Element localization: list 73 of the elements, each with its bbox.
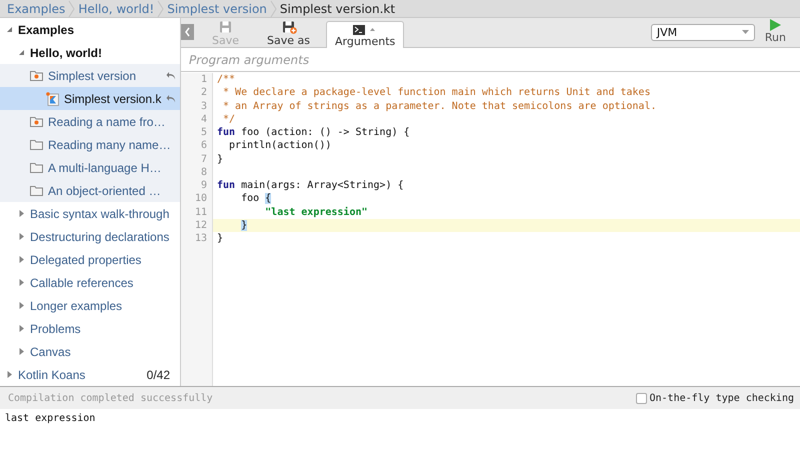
collapse-sidebar-icon[interactable] [181, 24, 194, 40]
code-line: * We declare a package-level function main which returns Unit and takes [222, 87, 650, 98]
checkbox[interactable] [636, 392, 646, 404]
tree-item[interactable]: Examples [0, 18, 180, 41]
code-line: foo { [240, 193, 272, 204]
target-dropdown[interactable]: JVM [650, 24, 755, 41]
tree-item[interactable]: Basic syntax walk-through [0, 202, 180, 225]
code-line: * an Array of strings as a parameter. Note that semicolons are optional. [222, 100, 656, 112]
line-number: 3 [181, 100, 213, 113]
tree-item[interactable]: Canvas [0, 340, 180, 363]
arguments-tab[interactable]: Arguments [326, 21, 404, 48]
tree-item[interactable]: Callable references [0, 271, 180, 294]
expand-arrow-icon[interactable] [18, 325, 25, 332]
line-number: 9 [181, 179, 213, 192]
expand-arrow-icon[interactable] [18, 210, 25, 217]
line-number: 5 [181, 126, 213, 140]
line-number: 11 [181, 206, 213, 219]
tree-item[interactable]: Delegated properties [0, 248, 180, 271]
tree-item[interactable]: Reading many name… [0, 133, 180, 156]
line-number: 1 [181, 73, 213, 86]
console-output: last expression [4, 412, 96, 426]
code-line: } [217, 233, 224, 244]
tree-item[interactable]: Kotlin Koans 0/42 [0, 363, 180, 386]
dropdown-arrow-icon [742, 30, 749, 35]
tree-item[interactable]: An object-oriented … [0, 179, 180, 202]
tree-item[interactable]: Destructuring declarations [0, 225, 180, 248]
expand-arrow-icon[interactable] [18, 233, 25, 240]
expand-arrow-icon[interactable] [18, 279, 25, 286]
floppy-disk-plus-icon [280, 21, 296, 34]
code-line: println(action()) [228, 140, 332, 152]
kotlin-file-icon [46, 92, 59, 106]
line-number: 7 [181, 152, 213, 166]
breadcrumb-item[interactable]: Hello, world! [78, 2, 154, 16]
tree-item[interactable]: Hello, world! [0, 41, 180, 64]
code-line: fun main(args: Array<String>) { [217, 180, 404, 192]
breadcrumb-item[interactable]: Simplest version [167, 2, 267, 16]
code-line: */ [222, 114, 236, 125]
code-line: } [217, 154, 224, 165]
expand-arrow-icon[interactable] [18, 256, 25, 263]
breadcrumb-item: Simplest version.kt [280, 2, 396, 16]
line-number: 4 [181, 112, 213, 126]
expand-arrow-icon[interactable] [18, 348, 25, 355]
line-number: 10 [181, 192, 213, 206]
undo-icon[interactable] [166, 71, 176, 80]
expand-arrow-icon[interactable] [18, 49, 25, 56]
line-number: 13 [181, 232, 213, 246]
checkbox-label: On-the-fly type checking [650, 392, 794, 404]
line-number: 2 [181, 86, 213, 100]
breadcrumb-item[interactable]: Examples [7, 2, 66, 16]
line-number: 12 [181, 218, 213, 232]
code-line: "last expression" [264, 206, 368, 218]
tree-item[interactable]: Reading a name fro… [0, 110, 180, 133]
terminal-icon [353, 25, 378, 35]
tree-item[interactable]: Simplest version.k [0, 87, 180, 110]
expand-arrow-icon[interactable] [6, 26, 13, 33]
expand-arrow-icon[interactable] [18, 302, 25, 309]
folder-icon [30, 185, 43, 196]
tree-item[interactable]: A multi-language H… [0, 156, 180, 179]
code-line: fun foo (action: () -> String) { [217, 127, 410, 138]
status-message: Compilation completed successfully [8, 392, 213, 404]
tree-item[interactable]: Longer examples [0, 294, 180, 317]
tree-item[interactable]: Simplest version [0, 64, 180, 87]
folder-icon [30, 139, 43, 150]
code-line: /** [217, 74, 236, 86]
tree-item[interactable]: Problems [0, 317, 180, 340]
item-count: 0/42 [146, 368, 170, 382]
folder-icon [30, 162, 43, 173]
line-number: 6 [181, 139, 213, 152]
undo-icon[interactable] [166, 94, 176, 103]
expand-arrow-icon[interactable] [6, 371, 13, 378]
line-number: 8 [181, 166, 213, 179]
save-as-button[interactable]: Save as [249, 18, 320, 47]
run-button[interactable]: Run [754, 19, 800, 46]
